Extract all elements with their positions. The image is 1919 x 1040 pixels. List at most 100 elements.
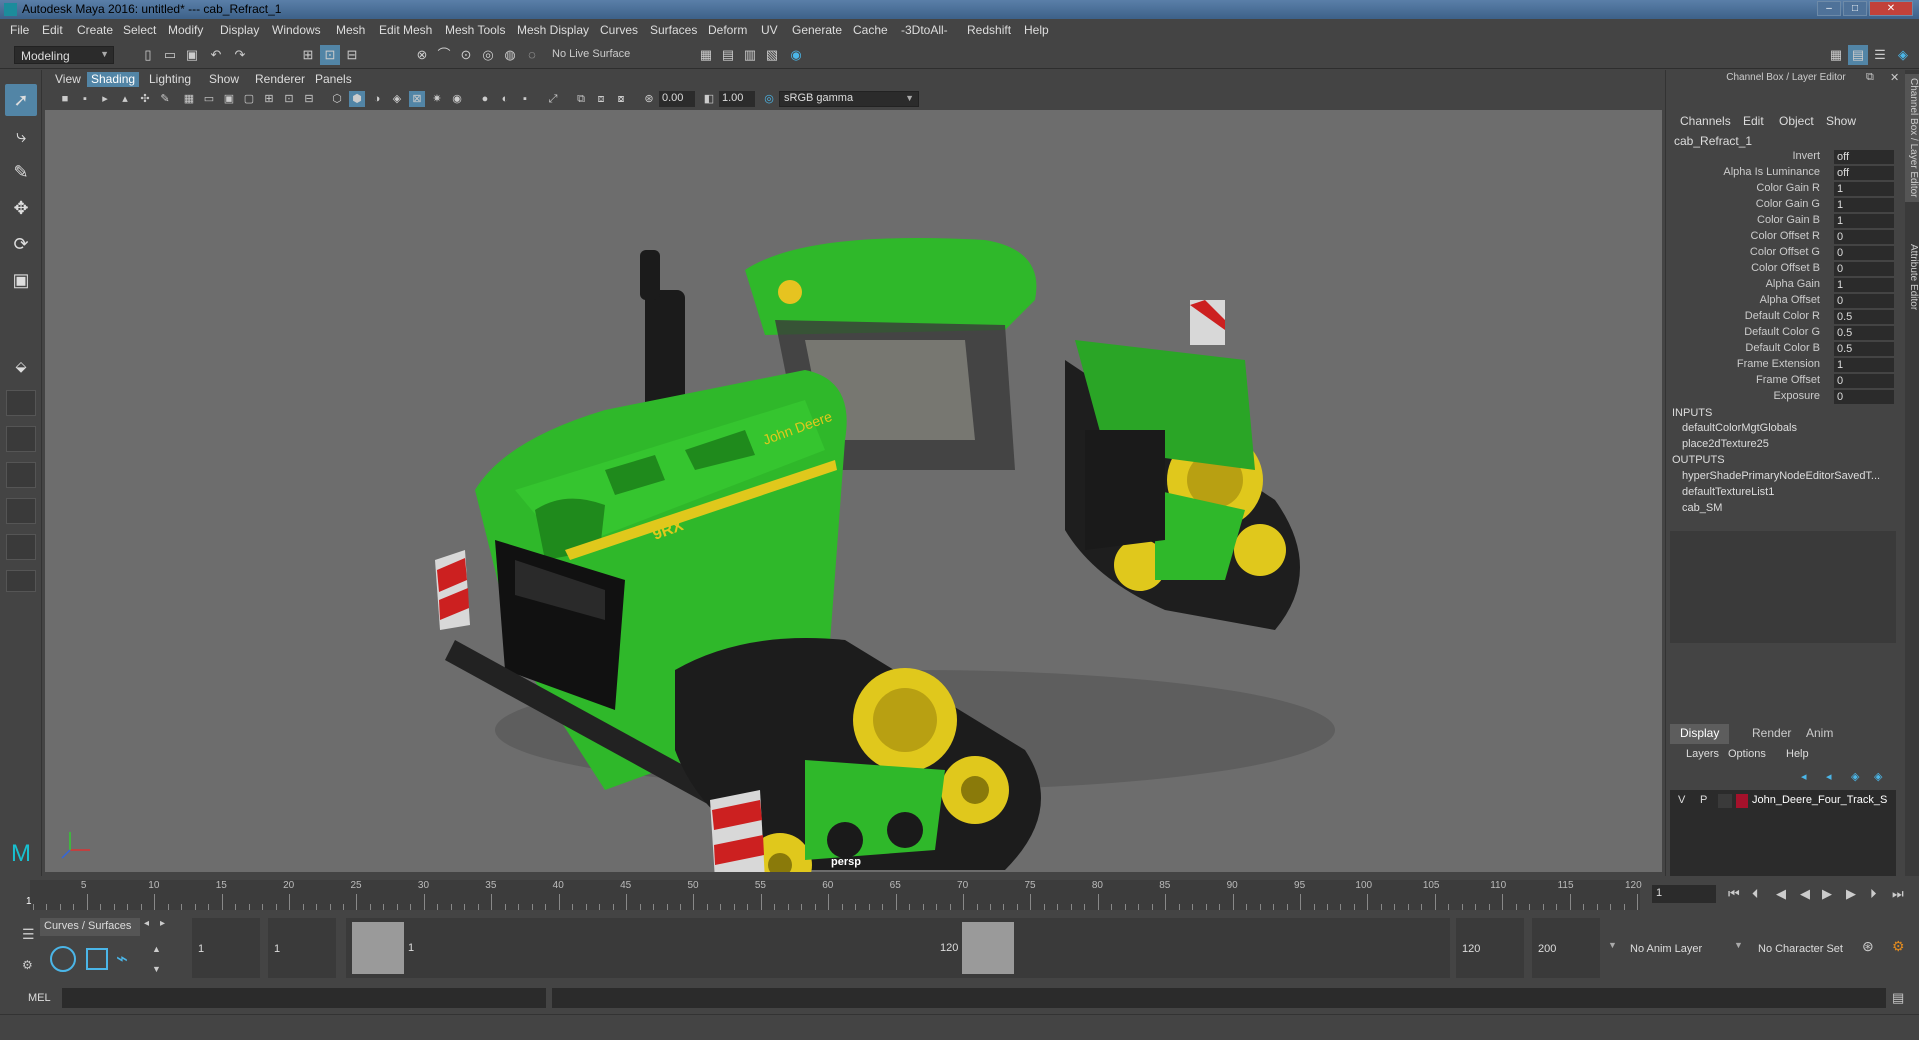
new-layer-icon[interactable]: ◈ (1851, 770, 1859, 783)
time-slider[interactable]: 5 10 15 20 25 30 35 40 45 50 55 60 65 70 75 80 85 90 95 100… (0, 876, 1919, 914)
2d-pan-icon[interactable]: ✣ (137, 91, 153, 107)
current-frame-field[interactable]: 1 (1652, 885, 1716, 903)
snap-point-icon[interactable]: ⊙ (456, 45, 476, 65)
lasso-tool-icon[interactable]: ⤷ (5, 120, 37, 152)
attr-value-default-color-b[interactable]: 0.5 (1834, 342, 1894, 356)
new-layer-selected-icon[interactable]: ◈ (1874, 770, 1882, 783)
play-forward-icon[interactable]: ▶ (1822, 886, 1832, 902)
menu-windows[interactable]: Windows (272, 23, 321, 37)
layer-menu-layers[interactable]: Layers (1686, 748, 1719, 760)
viewport-menu-view[interactable]: View (51, 72, 85, 87)
layer-tab-display[interactable]: Display (1670, 724, 1730, 744)
tab-channel-box-layer-editor[interactable]: Channel Box / Layer Editor (1905, 74, 1919, 202)
minimize-button[interactable]: – (1817, 1, 1841, 16)
render-frame-icon[interactable]: ▤ (718, 45, 738, 65)
attr-value-alpha-offset[interactable]: 0 (1834, 294, 1894, 308)
script-language-toggle[interactable]: MEL (28, 992, 51, 1004)
layer-color-swatch[interactable] (1736, 794, 1748, 808)
view-transform-dropdown[interactable]: sRGB gamma ▼ (779, 91, 919, 107)
menu-create[interactable]: Create (77, 23, 113, 37)
ipr-render-icon[interactable]: ▥ (740, 45, 760, 65)
field-chart-icon[interactable]: ⊞ (261, 91, 277, 107)
snap-view-icon[interactable]: ◎ (478, 45, 498, 65)
shelf-menu-icon[interactable]: ☰ (22, 926, 35, 943)
attr-value-alpha-gain[interactable]: 1 (1834, 278, 1894, 292)
step-back-frame-icon[interactable]: ⏴ (1752, 886, 1759, 902)
input-item[interactable]: defaultColorMgtGlobals (1682, 422, 1902, 434)
single-perspective-icon[interactable]: ⬙ (5, 350, 37, 382)
safe-action-icon[interactable]: ⊡ (281, 91, 297, 107)
film-gate-icon[interactable]: ▭ (201, 91, 217, 107)
layer-tab-anim[interactable]: Anim (1796, 724, 1843, 744)
command-input[interactable] (62, 988, 546, 1008)
menu-mesh-tools[interactable]: Mesh Tools (445, 23, 505, 37)
output-item[interactable]: cab_SM (1682, 502, 1902, 514)
perspective-viewport[interactable]: John Deere 9RX persp (45, 110, 1662, 872)
workspace-icon[interactable]: ▦ (1826, 45, 1846, 65)
layer-menu-help[interactable]: Help (1786, 748, 1809, 760)
attr-value-color-gain-g[interactable]: 1 (1834, 198, 1894, 212)
attr-value-color-gain-r[interactable]: 1 (1834, 182, 1894, 196)
ambient-occlusion-icon[interactable]: ◉ (449, 91, 465, 107)
shadows-icon[interactable]: ✷ (429, 91, 445, 107)
menu-mesh-display[interactable]: Mesh Display (517, 23, 589, 37)
float-panel-icon[interactable]: ⧉ (1866, 71, 1874, 84)
auto-key-icon[interactable]: ⊛ (1862, 938, 1874, 955)
cv-curve-icon[interactable]: ⌁ (116, 946, 128, 971)
grease-pencil-icon[interactable]: ✎ (157, 91, 173, 107)
chevron-down-icon[interactable]: ▼ (1734, 940, 1743, 950)
menu-deform[interactable]: Deform (708, 23, 747, 37)
attr-value-color-offset-g[interactable]: 0 (1834, 246, 1894, 260)
output-item[interactable]: defaultTextureList1 (1682, 486, 1902, 498)
paint-select-icon[interactable]: ✎ (5, 156, 37, 188)
attr-value-exposure[interactable]: 0 (1834, 390, 1894, 404)
cb-menu-show[interactable]: Show (1826, 114, 1856, 128)
depth-of-field-icon[interactable]: ▪ (517, 91, 533, 107)
shelf-next-icon[interactable]: ▸ (160, 918, 165, 929)
exposure-field[interactable]: 0.00 (659, 91, 695, 107)
render-settings-icon[interactable]: ▦ (696, 45, 716, 65)
camera-icon[interactable]: ■ (57, 91, 73, 107)
animation-start-field[interactable]: 1 (192, 918, 260, 978)
wireframe-on-shaded-icon[interactable]: ◑ (369, 91, 385, 107)
viewport-menu-panels[interactable]: Panels (311, 72, 356, 87)
output-item[interactable]: hyperShadePrimaryNodeEditorSavedT... (1682, 470, 1902, 482)
cb-menu-channels[interactable]: Channels (1680, 114, 1731, 128)
move-tool-icon[interactable]: ✥ (5, 192, 37, 224)
chevron-down-icon[interactable]: ▼ (1608, 940, 1617, 950)
layer-row[interactable]: V P John_Deere_Four_Track_S (1674, 792, 1894, 810)
wireframe-icon[interactable]: ⬡ (329, 91, 345, 107)
attr-value-frame-extension[interactable]: 1 (1834, 358, 1894, 372)
snap-live-icon[interactable]: ◌ (522, 45, 542, 65)
menu-modify[interactable]: Modify (168, 23, 203, 37)
nurbs-circle-icon[interactable] (50, 946, 76, 972)
redo-icon[interactable]: ↷ (230, 45, 250, 65)
attr-value-alpha-is-luminance[interactable]: off (1834, 166, 1894, 180)
outliner-toggle-icon[interactable]: ☰ (1870, 45, 1890, 65)
shelf-tab-curves-surfaces[interactable]: Curves / Surfaces (40, 918, 140, 936)
hypershade-icon[interactable]: ◉ (786, 45, 806, 65)
viewport-menu-show[interactable]: Show (205, 72, 243, 87)
play-backward-icon[interactable]: ◀ (1800, 886, 1810, 902)
attr-value-color-offset-b[interactable]: 0 (1834, 262, 1894, 276)
xray-joints-icon[interactable]: ⧈ (593, 91, 609, 107)
cb-menu-object[interactable]: Object (1779, 114, 1814, 128)
range-slider[interactable]: 1 120 (346, 918, 1450, 978)
menu-help[interactable]: Help (1024, 23, 1049, 37)
animation-end-field[interactable]: 200 (1532, 918, 1600, 978)
range-end-handle[interactable] (962, 922, 1014, 974)
menu-file[interactable]: File (10, 23, 29, 37)
four-view-layout-icon[interactable] (6, 390, 36, 416)
step-back-key-icon[interactable]: ◀ (1776, 886, 1786, 902)
go-to-end-icon[interactable]: ⏭ (1892, 886, 1904, 902)
two-view-layout-icon[interactable] (6, 426, 36, 452)
layer-type-toggle[interactable] (1718, 794, 1732, 808)
anim-prefs-icon[interactable]: ⚙ (1892, 938, 1905, 955)
cb-menu-edit[interactable]: Edit (1743, 114, 1764, 128)
rotate-tool-icon[interactable]: ⟳ (5, 228, 37, 260)
grid-icon[interactable]: ▦ (181, 91, 197, 107)
go-to-start-icon[interactable]: ⏮ (1728, 886, 1740, 902)
character-set-dropdown[interactable]: No Character Set (1752, 918, 1864, 978)
graph-layout-icon[interactable] (6, 498, 36, 524)
playback-end-field[interactable]: 120 (1456, 918, 1524, 978)
